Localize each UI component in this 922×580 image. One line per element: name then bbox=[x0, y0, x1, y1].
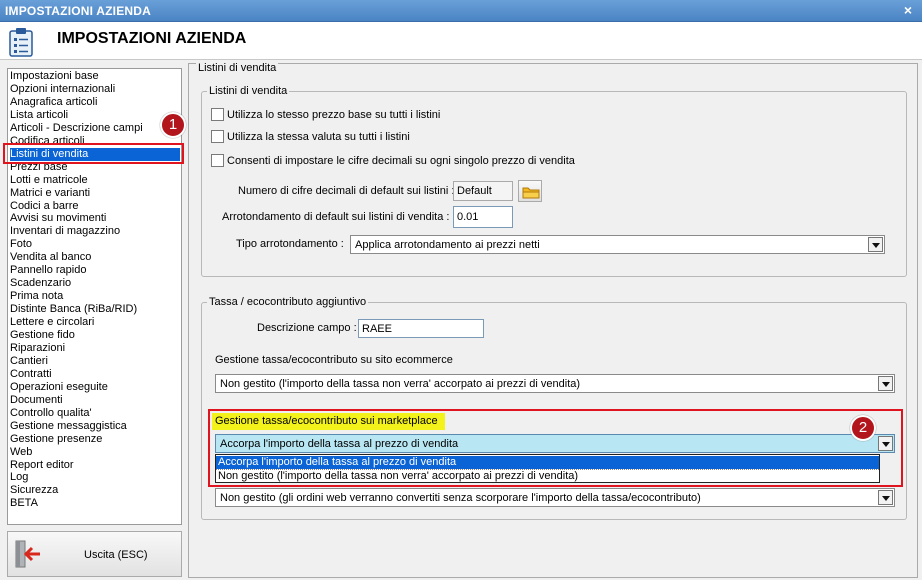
step-badge-2: 2 bbox=[850, 415, 876, 441]
sidebar-item[interactable]: Avvisi su movimenti bbox=[10, 212, 106, 225]
sidebar-item[interactable]: Impostazioni base bbox=[10, 70, 99, 83]
sidebar-item[interactable]: Controllo qualita' bbox=[10, 407, 92, 420]
checkbox-decimal-per-price-label: Consenti di impostare le cifre decimali … bbox=[227, 155, 575, 167]
folder-icon bbox=[522, 187, 540, 199]
sidebar-item[interactable]: Contratti bbox=[10, 368, 52, 381]
decimals-field[interactable]: Default bbox=[453, 181, 513, 201]
rounding-label: Arrotondamento di default sui listini di… bbox=[222, 211, 450, 223]
window-titlebar: IMPOSTAZIONI AZIENDA × bbox=[0, 0, 922, 22]
close-icon[interactable]: × bbox=[900, 3, 916, 18]
outer-group-label: Listini di vendita bbox=[196, 62, 279, 74]
sidebar-item[interactable]: Inventari di magazzino bbox=[10, 225, 120, 238]
checkbox-same-currency-label: Utilizza la stessa valuta su tutti i lis… bbox=[227, 131, 410, 143]
sidebar-item[interactable]: Lettere e circolari bbox=[10, 316, 94, 329]
folder-button[interactable] bbox=[518, 180, 542, 202]
sidebar-item[interactable]: Web bbox=[10, 446, 32, 459]
window-title: IMPOSTAZIONI AZIENDA bbox=[5, 4, 151, 18]
ecommerce-value: Non gestito (l'importo della tassa non v… bbox=[220, 378, 581, 390]
ecommerce-select[interactable]: Non gestito (l'importo della tassa non v… bbox=[215, 374, 895, 393]
sidebar-item[interactable]: Gestione messaggistica bbox=[10, 420, 127, 433]
page-title: IMPOSTAZIONI AZIENDA bbox=[57, 30, 247, 47]
sidebar-item[interactable]: BETA bbox=[10, 497, 38, 510]
checkbox-decimal-per-price[interactable] bbox=[211, 154, 224, 167]
sidebar-item[interactable]: Distinte Banca (RiBa/RID) bbox=[10, 303, 137, 316]
marketplace-label: Gestione tassa/ecocontributo sui marketp… bbox=[212, 413, 445, 430]
clipboard-icon bbox=[9, 28, 33, 57]
web-orders-value: Non gestito (gli ordini web verranno con… bbox=[220, 492, 701, 504]
sidebar-item[interactable]: Lotti e matricole bbox=[10, 174, 88, 187]
marketplace-select[interactable]: Accorpa l'importo della tassa al prezzo … bbox=[215, 434, 895, 453]
exit-button[interactable]: Uscita (ESC) bbox=[7, 531, 182, 577]
page-header: IMPOSTAZIONI AZIENDA bbox=[0, 22, 922, 60]
listini-group-label: Listini di vendita bbox=[207, 85, 290, 97]
checkbox-same-base-price[interactable] bbox=[211, 108, 224, 121]
sidebar-item[interactable]: Cantieri bbox=[10, 355, 48, 368]
sidebar-item[interactable]: Report editor bbox=[10, 459, 74, 472]
sidebar-item[interactable]: Log bbox=[10, 471, 28, 484]
chevron-down-icon[interactable] bbox=[878, 490, 893, 505]
sidebar-item[interactable]: Codici a barre bbox=[10, 200, 78, 213]
checkbox-same-currency[interactable] bbox=[211, 130, 224, 143]
chevron-down-icon[interactable] bbox=[878, 436, 893, 451]
rounding-type-value: Applica arrotondamento ai prezzi netti bbox=[355, 239, 540, 251]
sidebar-item[interactable]: Pannello rapido bbox=[10, 264, 86, 277]
sidebar-item[interactable]: Documenti bbox=[10, 394, 63, 407]
sidebar-item[interactable]: Opzioni internazionali bbox=[10, 83, 115, 96]
sidebar-item[interactable]: Gestione fido bbox=[10, 329, 75, 342]
chevron-down-icon[interactable] bbox=[878, 376, 893, 391]
sidebar-item[interactable]: Operazioni eseguite bbox=[10, 381, 108, 394]
exit-door-icon bbox=[15, 540, 40, 568]
settings-sidebar: Impostazioni base Opzioni internazionali A… bbox=[7, 68, 182, 525]
sidebar-item[interactable]: Anagrafica articoli bbox=[10, 96, 97, 109]
checkbox-same-base-price-label: Utilizza lo stesso prezzo base su tutti … bbox=[227, 109, 441, 121]
marketplace-dropdown: Accorpa l'importo della tassa al prezzo … bbox=[215, 454, 880, 483]
step-badge-1: 1 bbox=[160, 112, 186, 138]
sidebar-item[interactable]: Riparazioni bbox=[10, 342, 65, 355]
ecommerce-label: Gestione tassa/ecocontributo su sito eco… bbox=[215, 354, 453, 366]
web-orders-select[interactable]: Non gestito (gli ordini web verranno con… bbox=[215, 488, 895, 507]
decimals-label: Numero di cifre decimali di default sui … bbox=[238, 185, 455, 197]
sidebar-item[interactable]: Articoli - Descrizione campi bbox=[10, 122, 143, 135]
rounding-type-select[interactable]: Applica arrotondamento ai prezzi netti bbox=[350, 235, 885, 254]
sidebar-item[interactable]: Scadenzario bbox=[10, 277, 71, 290]
sidebar-item[interactable]: Prima nota bbox=[10, 290, 63, 303]
dropdown-option-accorpa[interactable]: Accorpa l'importo della tassa al prezzo … bbox=[216, 456, 879, 469]
tax-group-label: Tassa / ecocontributo aggiuntivo bbox=[207, 296, 369, 308]
sidebar-item[interactable]: Gestione presenze bbox=[10, 433, 102, 446]
exit-button-label: Uscita (ESC) bbox=[84, 549, 148, 561]
sidebar-item[interactable]: Sicurezza bbox=[10, 484, 58, 497]
rounding-type-label: Tipo arrotondamento : bbox=[236, 238, 344, 250]
dropdown-option-non-gestito[interactable]: Non gestito (l'importo della tassa non v… bbox=[216, 469, 879, 482]
field-description-label: Descrizione campo : bbox=[257, 322, 357, 334]
sidebar-item[interactable]: Matrici e varianti bbox=[10, 187, 90, 200]
chevron-down-icon[interactable] bbox=[868, 237, 883, 252]
field-description-input[interactable]: RAEE bbox=[358, 319, 484, 338]
rounding-field[interactable]: 0.01 bbox=[453, 206, 513, 228]
sidebar-item[interactable]: Vendita al banco bbox=[10, 251, 91, 264]
marketplace-value: Accorpa l'importo della tassa al prezzo … bbox=[220, 438, 459, 450]
sidebar-item[interactable]: Lista articoli bbox=[10, 109, 68, 122]
highlight-box-sidebar bbox=[3, 143, 184, 164]
sidebar-item[interactable]: Foto bbox=[10, 238, 32, 251]
